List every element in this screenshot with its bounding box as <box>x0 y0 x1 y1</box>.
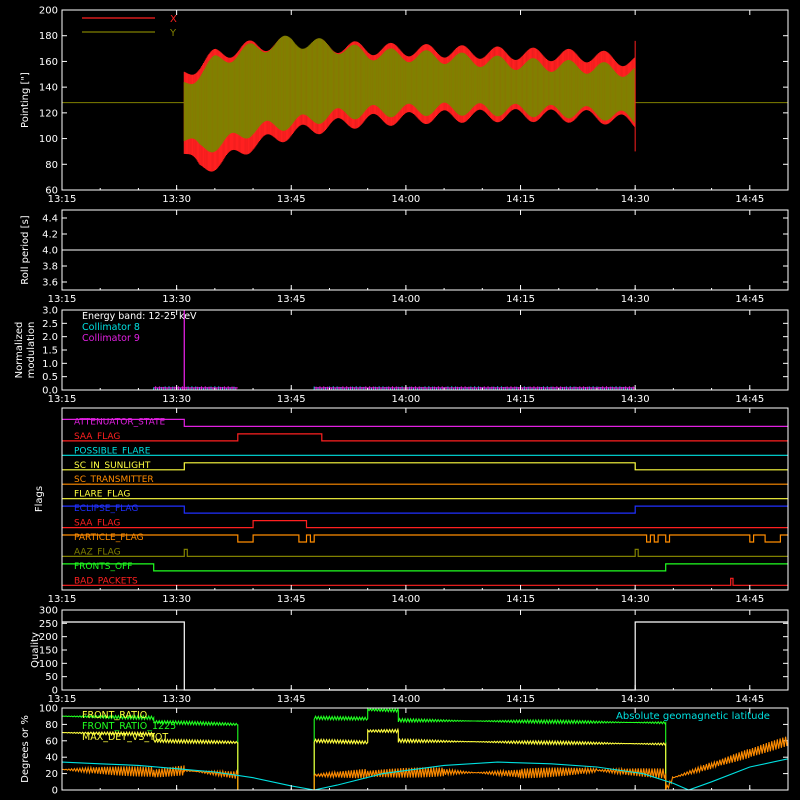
ratios-y-label: Degrees or % <box>20 715 31 783</box>
ratios-y-tick-label: 20 <box>45 769 58 780</box>
roll-y-tick-label: 4.4 <box>42 214 58 225</box>
modulation-x-tick-label: 13:45 <box>277 394 306 405</box>
pointing-y-tick-label: 200 <box>39 6 58 17</box>
roll-x-tick-label: 13:15 <box>48 294 77 305</box>
pointing-y-tick-label: 120 <box>39 108 58 119</box>
pointing-x-tick-label: 14:30 <box>621 194 650 205</box>
modulation-y-tick-label: 2.5 <box>42 319 58 330</box>
modulation-y-tick-label: 2.0 <box>42 332 58 343</box>
roll-y-label: Roll period [s] <box>20 215 31 284</box>
flag-label: FRONTS_OFF <box>74 562 132 572</box>
modulation-legend-0: Energy band: 12-25 keV <box>82 311 197 322</box>
ratios-y-tick-label: 80 <box>45 720 58 731</box>
ratios-y-tick-label: 100 <box>39 704 58 715</box>
pointing-y-tick-label: 140 <box>39 83 58 94</box>
modulation-y-tick-label: 1.5 <box>42 346 58 357</box>
modulation-y-label-1: Normalized <box>14 322 25 379</box>
ratios-y-tick-label: 40 <box>45 753 58 764</box>
quality-y-tick-label: 150 <box>39 646 58 657</box>
roll-x-tick-label: 13:45 <box>277 294 306 305</box>
ratios-legend-0: FRONT_RATIO <box>82 710 147 721</box>
flag-label: ECLIPSE_FLAG <box>74 504 138 514</box>
roll-x-tick-label: 14:30 <box>621 294 650 305</box>
modulation-x-tick-label: 14:00 <box>391 394 420 405</box>
quality-y-tick-label: 250 <box>39 619 58 630</box>
flag-label: PARTICLE_FLAG <box>74 533 144 543</box>
modulation-y-tick-label: 3.0 <box>42 306 58 317</box>
pointing-y-label: Pointing ["] <box>20 72 31 128</box>
pointing-x-tick-label: 13:15 <box>48 194 77 205</box>
modulation-x-tick-label: 13:15 <box>48 394 77 405</box>
pointing-y-tick-label: 160 <box>39 57 58 68</box>
roll-y-tick-label: 4.2 <box>42 230 58 241</box>
roll-y-tick-label: 3.8 <box>42 262 58 273</box>
ratios-y-tick-label: 0 <box>52 786 58 797</box>
flags-x-tick-label: 13:30 <box>162 594 191 605</box>
quality-x-tick-label: 13:45 <box>277 694 306 705</box>
summary-plot: 6080100120140160180200Pointing ["]13:15 1… <box>0 0 800 800</box>
quality-y-label: Quality <box>30 632 41 668</box>
flags-x-tick-label: 14:30 <box>621 594 650 605</box>
flag-label: SAA_FLAG <box>74 432 120 442</box>
roll-x-tick-label: 14:15 <box>506 294 535 305</box>
modulation-legend-1: Collimator 8 <box>82 322 140 333</box>
quality-y-tick-label: 50 <box>45 672 58 683</box>
flags-x-tick-label: 14:45 <box>735 594 764 605</box>
modulation-y-tick-label: 1.0 <box>42 359 58 370</box>
pointing-y-tick-label: 80 <box>45 160 58 171</box>
quality-x-tick-label: 13:30 <box>162 694 191 705</box>
flag-label: SC_IN_SUNLIGHT <box>74 461 151 471</box>
flag-label: POSSIBLE_FLARE <box>74 446 151 456</box>
quality-x-tick-label: 14:00 <box>391 694 420 705</box>
ratios-legend-latitude: Absolute geomagnetic latitude <box>616 711 770 722</box>
quality-x-tick-label: 14:45 <box>735 694 764 705</box>
flags-x-tick-label: 14:15 <box>506 594 535 605</box>
roll-x-tick-label: 14:45 <box>735 294 764 305</box>
pointing-x-tick-label: 13:30 <box>162 194 191 205</box>
roll-x-tick-label: 13:30 <box>162 294 191 305</box>
quality-x-tick-label: 14:30 <box>621 694 650 705</box>
flags-x-tick-label: 14:00 <box>391 594 420 605</box>
flags-x-tick-label: 13:45 <box>277 594 306 605</box>
pointing-x-tick-label: 14:15 <box>506 194 535 205</box>
quality-y-tick-label: 100 <box>39 659 58 670</box>
ratios-legend-1: FRONT_RATIO_1225 <box>82 721 176 732</box>
pointing-y-tick-label: 180 <box>39 31 58 42</box>
modulation-x-tick-label: 14:30 <box>621 394 650 405</box>
flags-y-label: Flags <box>34 486 45 512</box>
modulation-y-tick-label: 0.5 <box>42 372 58 383</box>
roll-x-tick-label: 14:00 <box>391 294 420 305</box>
flag-label: BAD_PACKETS <box>74 576 138 586</box>
flag-label: AAZ_FLAG <box>74 547 121 557</box>
modulation-y-label-2: modulation <box>26 322 37 379</box>
quality-y-tick-label: 300 <box>39 606 58 617</box>
pointing-x-tick-label: 14:45 <box>735 194 764 205</box>
modulation-x-tick-label: 13:30 <box>162 394 191 405</box>
ratios-y-tick-label: 60 <box>45 736 58 747</box>
legend-label-y: Y <box>169 28 177 39</box>
ratios-legend-2: MAX_DET_VS_TOT <box>82 732 168 743</box>
roll-y-tick-label: 3.6 <box>42 278 58 289</box>
roll-y-tick-label: 4.0 <box>42 246 58 257</box>
legend-label-x: X <box>170 14 177 25</box>
flag-label: FLARE_FLAG <box>74 490 130 500</box>
pointing-y-tick-label: 100 <box>39 134 58 145</box>
flag-label: SAA_FLAG <box>74 519 120 529</box>
modulation-x-tick-label: 14:45 <box>735 394 764 405</box>
flags-x-tick-label: 13:15 <box>48 594 77 605</box>
pointing-x-tick-label: 14:00 <box>391 194 420 205</box>
flag-label: SC_TRANSMITTER <box>74 475 154 485</box>
modulation-x-tick-label: 14:15 <box>506 394 535 405</box>
modulation-legend-2: Collimator 9 <box>82 333 140 344</box>
pointing-x-tick-label: 13:45 <box>277 194 306 205</box>
quality-y-tick-label: 200 <box>39 632 58 643</box>
quality-x-tick-label: 14:15 <box>506 694 535 705</box>
flag-label: ATTENUATOR_STATE <box>74 417 166 427</box>
